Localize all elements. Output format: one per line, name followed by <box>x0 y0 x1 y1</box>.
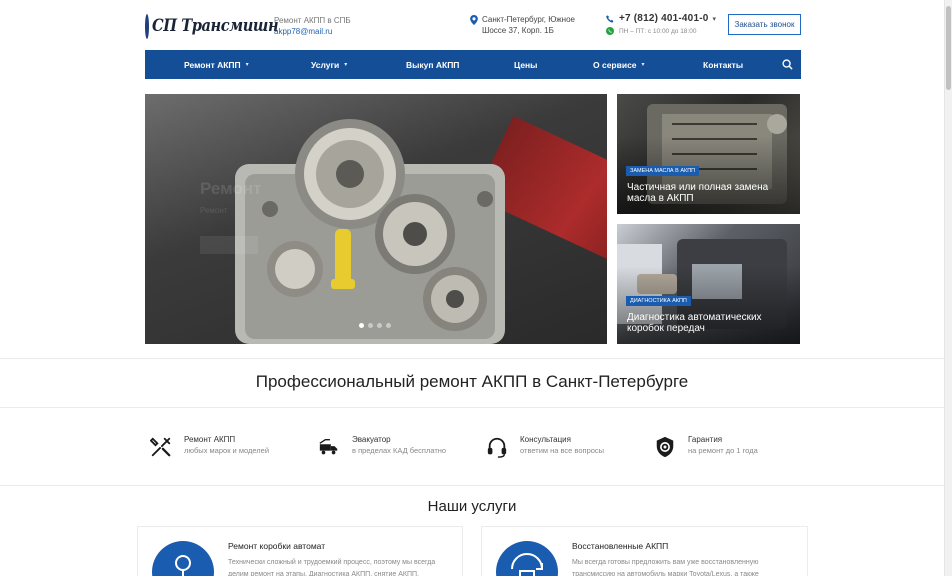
header-email-link[interactable]: akpp78@mail.ru <box>274 26 351 37</box>
logo-text: СП Трансмишн <box>152 16 279 36</box>
nav-item-repair[interactable]: Ремонт АКПП ▾ <box>184 50 249 79</box>
phone-icon <box>606 14 614 23</box>
header-phone-block: +7 (812) 401-401-0 ▾ ПН – ПТ: с 10:00 до… <box>606 13 716 35</box>
nav-item-label: Услуги <box>311 59 340 70</box>
chevron-down-icon[interactable]: ▾ <box>713 15 717 23</box>
nav-item-services[interactable]: Услуги ▾ <box>311 50 347 79</box>
phone-number[interactable]: +7 (812) 401-401-0 <box>619 13 709 24</box>
chevron-down-icon: ▾ <box>641 62 645 68</box>
nav-item-prices[interactable]: Цены <box>514 50 537 79</box>
feature-title: Эвакуатор <box>352 435 391 444</box>
nav-item-buyout[interactable]: Выкуп АКПП <box>406 50 459 79</box>
divider <box>0 358 944 359</box>
map-pin-icon <box>470 15 478 25</box>
slider-dot[interactable] <box>368 323 373 328</box>
nav-item-label: Цены <box>514 59 538 70</box>
nav-item-about[interactable]: О сервисе ▾ <box>593 50 645 79</box>
section-title: Профессиональный ремонт АКПП в Санкт-Пет… <box>255 372 689 391</box>
main-nav: Ремонт АКПП ▾ Услуги ▾ Выкуп АКПП Цены О… <box>145 50 801 79</box>
nav-item-label: Ремонт АКПП <box>184 59 241 70</box>
work-hours: ПН – ПТ: с 10:00 до 18:00 <box>619 27 697 35</box>
card-title: Частичная или полная замена масла в АКПП <box>627 182 769 204</box>
services-title: Наши услуги <box>427 498 517 515</box>
feature-warranty: Гарантия на ремонт до 1 года <box>654 434 758 458</box>
nav-item-label: О сервисе <box>593 59 637 70</box>
hero-subtitle: Ремонт <box>200 206 228 215</box>
nav-item-label: Выкуп АКПП <box>406 59 460 70</box>
service-title: Восстановленные АКПП <box>572 541 669 551</box>
gearbox-repair-icon <box>152 541 214 576</box>
headset-icon <box>487 437 507 458</box>
transmission-gears-image <box>235 119 505 344</box>
tools-icon <box>150 437 171 457</box>
chevron-down-icon: ▾ <box>245 62 249 68</box>
feature-subtitle: на ремонт до 1 года <box>688 446 758 455</box>
feature-title: Гарантия <box>688 435 723 444</box>
feature-tow: Эвакуатор в пределах КАД бесплатно <box>318 434 446 458</box>
feature-title: Консультация <box>520 435 571 444</box>
order-call-button[interactable]: Заказать звонок <box>728 14 801 35</box>
nav-item-label: Контакты <box>703 59 744 70</box>
header-tagline: Ремонт АКПП в СПБ <box>274 16 351 25</box>
tow-truck-icon <box>319 438 338 455</box>
feature-consult: Консультация ответим на все вопросы <box>486 434 604 458</box>
divider <box>0 485 944 486</box>
logo-emblem-icon <box>145 13 149 39</box>
service-description: Мы всегда готовы предложить вам уже восс… <box>572 559 759 576</box>
service-card-restored[interactable]: Восстановленные АКПП Мы всегда готовы пр… <box>481 526 808 576</box>
service-card-repair[interactable]: Ремонт коробки автомат Технически сложны… <box>137 526 463 576</box>
feature-subtitle: в пределах КАД бесплатно <box>352 446 447 455</box>
chevron-down-icon: ▾ <box>344 62 348 68</box>
hero-slider[interactable]: Ремонт Ремонт <box>145 94 607 344</box>
shield-icon <box>656 436 674 458</box>
slider-dot[interactable] <box>359 323 364 328</box>
feature-subtitle: ответим на все вопросы <box>520 446 605 455</box>
service-title: Ремонт коробки автомат <box>228 541 326 551</box>
nav-item-contacts[interactable]: Контакты <box>703 50 743 79</box>
divider <box>0 407 944 408</box>
feature-repair: Ремонт АКПП любых марок и моделей <box>150 434 269 458</box>
slider-dot[interactable] <box>386 323 391 328</box>
service-description: Технически сложный и трудоемкий процесс,… <box>228 559 436 576</box>
site-logo[interactable]: СП Трансмишн <box>145 12 279 40</box>
slider-pagination <box>359 323 391 328</box>
restored-gearbox-icon <box>496 541 558 576</box>
card-oil-change[interactable]: Замена масла в АКПП Частичная или полная… <box>617 94 800 214</box>
hero-title: Ремонт <box>200 179 262 198</box>
header-address: Санкт-Петербург, Южное Шоссе 37, Корп. 1… <box>470 14 577 36</box>
address-text: Санкт-Петербург, Южное Шоссе 37, Корп. 1… <box>482 15 575 35</box>
feature-subtitle: любых марок и моделей <box>184 446 270 455</box>
card-diagnostics[interactable]: Диагностика АКПП Диагностика автоматичес… <box>617 224 800 344</box>
search-icon[interactable] <box>782 59 793 70</box>
feature-title: Ремонт АКПП <box>184 435 236 444</box>
scrollbar-thumb[interactable] <box>946 6 951 90</box>
card-title: Диагностика автоматических коробок перед… <box>627 312 762 334</box>
card-tag: Диагностика АКПП <box>626 296 691 306</box>
page-scrollbar[interactable] <box>944 0 952 576</box>
card-tag: Замена масла в АКПП <box>626 166 700 176</box>
whatsapp-icon[interactable] <box>606 27 614 35</box>
hero-button[interactable] <box>200 236 258 254</box>
header-info: Ремонт АКПП в СПБ akpp78@mail.ru <box>274 15 351 37</box>
slider-dot[interactable] <box>377 323 382 328</box>
